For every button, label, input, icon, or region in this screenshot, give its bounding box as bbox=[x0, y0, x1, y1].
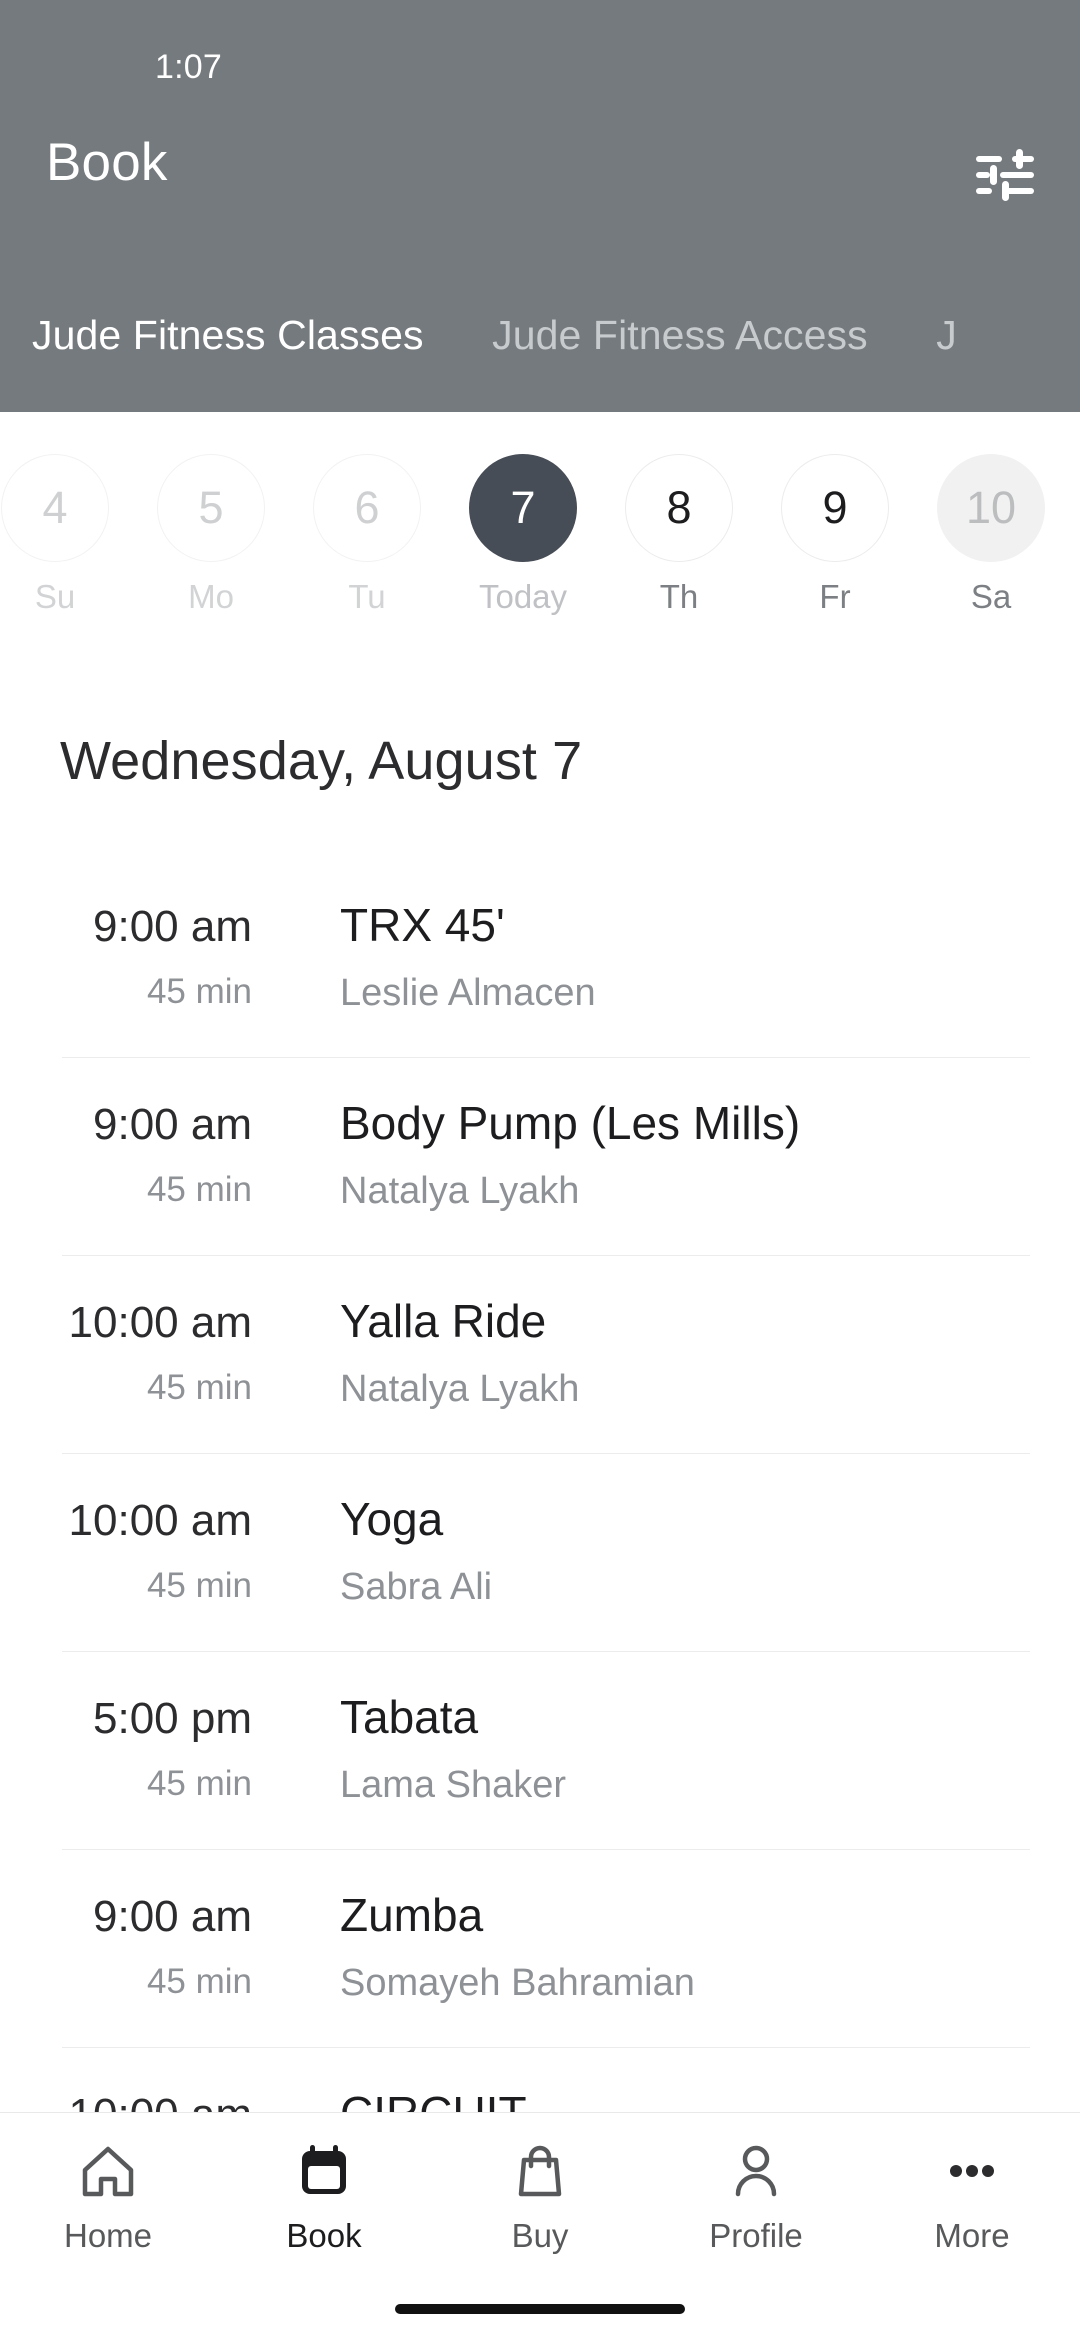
class-list-item[interactable]: 10:00 am 45 min Yoga Sabra Ali bbox=[0, 1454, 1080, 1652]
class-time: 9:00 am bbox=[93, 1892, 252, 1941]
date-item-4[interactable]: 4 Su bbox=[0, 454, 118, 616]
nav-item-buy[interactable]: Buy bbox=[432, 2113, 648, 2281]
class-time: 9:00 am bbox=[93, 1100, 252, 1149]
nav-label: Home bbox=[63, 2217, 153, 2254]
date-weekday: Fr bbox=[819, 578, 851, 615]
class-list-item[interactable]: 9:00 am 45 min Zumba Somayeh Bahramian bbox=[0, 1850, 1080, 2048]
date-item-5[interactable]: 5 Mo bbox=[148, 454, 274, 616]
class-duration: 45 min bbox=[146, 1368, 252, 1407]
person-icon bbox=[727, 2139, 785, 2203]
tab-third-clipped[interactable]: J bbox=[936, 300, 957, 359]
class-instructor: Natalya Lyakh bbox=[340, 1368, 580, 1410]
title-bar: Book bbox=[0, 110, 1080, 230]
header-tabs[interactable]: Jude Fitness Classes Jude Fitness Access… bbox=[0, 300, 1080, 412]
status-bar-clock: 1:07 bbox=[155, 48, 222, 86]
class-name: Tabata bbox=[340, 1691, 479, 1743]
class-list-item[interactable]: 10:00 am CIRCUIT bbox=[0, 2048, 1080, 2112]
class-time: 10:00 am bbox=[68, 1496, 252, 1545]
status-bar: 1:07 bbox=[0, 0, 1080, 110]
nav-label: Buy bbox=[511, 2217, 569, 2254]
house-icon bbox=[79, 2139, 137, 2203]
date-weekday: Tu bbox=[348, 578, 386, 615]
home-indicator bbox=[395, 2304, 685, 2314]
date-number: 4 bbox=[1, 454, 109, 562]
date-weekday: Today bbox=[478, 578, 568, 615]
three-dots-icon bbox=[943, 2139, 1001, 2203]
filter-button[interactable] bbox=[974, 148, 1036, 202]
class-name: Zumba bbox=[340, 1889, 484, 1941]
class-duration: 45 min bbox=[146, 1962, 252, 2001]
class-instructor: Lama Shaker bbox=[340, 1764, 567, 1806]
date-strip[interactable]: 4 Su 5 Mo 6 Tu 7 Today 8 Th 9 Fr 10 Sa bbox=[0, 412, 1080, 662]
class-duration: 45 min bbox=[146, 1764, 252, 1803]
class-instructor: Natalya Lyakh bbox=[340, 1170, 580, 1212]
date-weekday: Mo bbox=[188, 578, 234, 615]
class-duration: 45 min bbox=[146, 972, 252, 1011]
date-item-8[interactable]: 8 Th bbox=[616, 454, 742, 616]
class-time: 10:00 am bbox=[0, 2090, 252, 2112]
nav-item-home[interactable]: Home bbox=[0, 2113, 216, 2281]
class-time: 9:00 am bbox=[93, 902, 252, 951]
date-number: 5 bbox=[157, 454, 265, 562]
date-item-10[interactable]: 10 Sa bbox=[928, 454, 1054, 616]
class-list-item[interactable]: 9:00 am 45 min Body Pump (Les Mills) Nat… bbox=[0, 1058, 1080, 1256]
class-duration: 45 min bbox=[146, 1566, 252, 1605]
class-name: Yoga bbox=[340, 1493, 444, 1545]
date-weekday: Th bbox=[659, 578, 699, 615]
class-list-item[interactable]: 5:00 pm 45 min Tabata Lama Shaker bbox=[0, 1652, 1080, 1850]
class-instructor: Leslie Almacen bbox=[340, 972, 596, 1014]
date-item-7-today[interactable]: 7 Today bbox=[460, 454, 586, 616]
nav-item-book[interactable]: Book bbox=[216, 2113, 432, 2281]
class-name: CIRCUIT bbox=[340, 2086, 527, 2112]
class-time: 10:00 am bbox=[68, 1298, 252, 1347]
class-list[interactable]: 9:00 am 45 min TRX 45' Leslie Almacen 9:… bbox=[0, 860, 1080, 2112]
class-list-item[interactable]: 9:00 am 45 min TRX 45' Leslie Almacen bbox=[0, 860, 1080, 1058]
date-number: 10 bbox=[937, 454, 1045, 562]
sliders-filter-icon bbox=[976, 149, 1034, 201]
class-time: 5:00 pm bbox=[93, 1694, 252, 1743]
bottom-navigation: Home Book Buy Profile More bbox=[0, 2112, 1080, 2340]
class-list-item[interactable]: 10:00 am 45 min Yalla Ride Natalya Lyakh bbox=[0, 1256, 1080, 1454]
date-number: 9 bbox=[781, 454, 889, 562]
nav-label: Profile bbox=[709, 2217, 803, 2254]
class-instructor: Sabra Ali bbox=[340, 1566, 493, 1608]
nav-label: More bbox=[934, 2217, 1010, 2254]
page-title: Book bbox=[46, 133, 168, 192]
class-name: Body Pump (Les Mills) bbox=[340, 1097, 801, 1149]
nav-label: Book bbox=[286, 2217, 362, 2254]
date-weekday: Sa bbox=[970, 578, 1012, 615]
date-number: 8 bbox=[625, 454, 733, 562]
app-screen: 1:07 Book Jude Fitness Classes Jude Fitn… bbox=[0, 0, 1080, 2340]
date-number: 6 bbox=[313, 454, 421, 562]
class-instructor: Somayeh Bahramian bbox=[340, 1962, 695, 2004]
date-number: 7 bbox=[469, 454, 577, 562]
schedule-date-heading: Wednesday, August 7 bbox=[60, 731, 583, 791]
class-duration: 45 min bbox=[146, 1170, 252, 1209]
date-item-9[interactable]: 9 Fr bbox=[772, 454, 898, 616]
date-weekday: Su bbox=[34, 578, 76, 615]
class-name: TRX 45' bbox=[340, 899, 505, 951]
date-item-6[interactable]: 6 Tu bbox=[304, 454, 430, 616]
calendar-icon bbox=[295, 2139, 353, 2203]
tab-jude-fitness-classes[interactable]: Jude Fitness Classes bbox=[32, 300, 424, 359]
app-header: 1:07 Book Jude Fitness Classes Jude Fitn… bbox=[0, 0, 1080, 412]
nav-item-more[interactable]: More bbox=[864, 2113, 1080, 2281]
class-name: Yalla Ride bbox=[340, 1295, 547, 1347]
tab-jude-fitness-access[interactable]: Jude Fitness Access bbox=[492, 300, 868, 359]
nav-item-profile[interactable]: Profile bbox=[648, 2113, 864, 2281]
shopping-bag-icon bbox=[511, 2139, 569, 2203]
